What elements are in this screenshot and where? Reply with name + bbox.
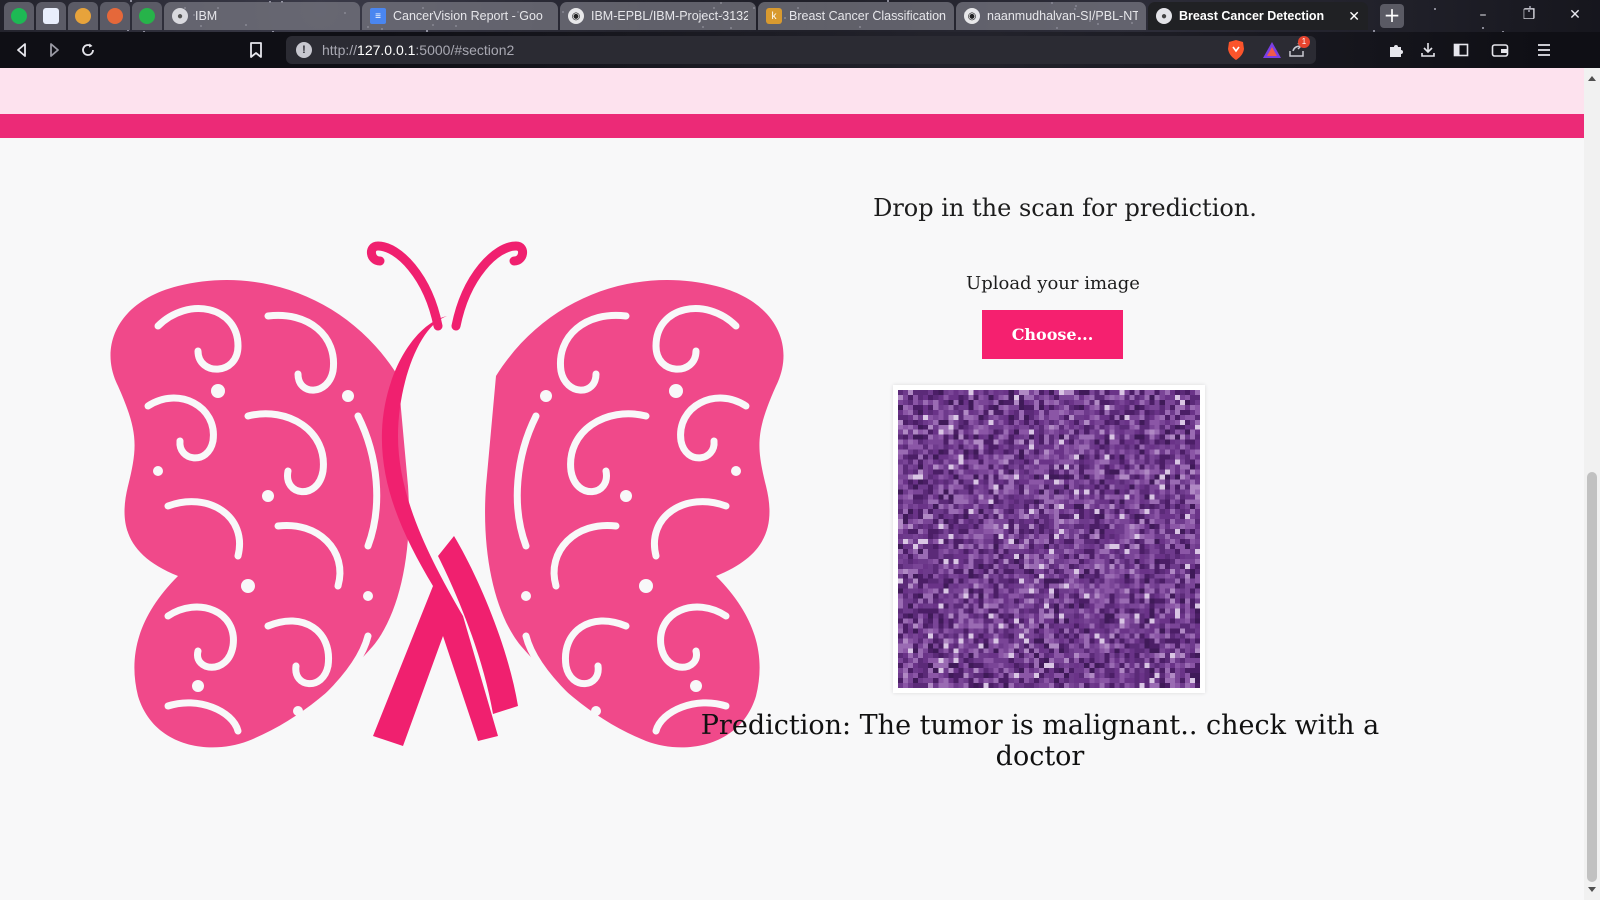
- maximize-button[interactable]: ❐: [1506, 0, 1552, 30]
- reload-button[interactable]: [76, 38, 100, 62]
- page-heading: Drop in the scan for prediction.: [873, 194, 1257, 222]
- tab-label: naanmudhalvan-SI/PBL-NT: [987, 9, 1138, 23]
- pinned-tab-app[interactable]: [68, 2, 98, 30]
- extensions-button[interactable]: [1384, 38, 1408, 62]
- tab-label: CancerVision Report - Goo: [393, 9, 543, 23]
- chevron-app-icon: [107, 8, 123, 24]
- back-button[interactable]: [10, 38, 34, 62]
- tab-breast-cancer-detection[interactable]: ● Breast Cancer Detection ✕: [1148, 2, 1368, 30]
- reload-icon: [82, 43, 94, 56]
- butterfly-ribbon-logo: [98, 241, 796, 760]
- tab-github-project[interactable]: ◉ IBM-EPBL/IBM-Project-3132: [560, 2, 756, 30]
- tab-strip: ● IBM ≡ CancerVision Report - Goo ◉ IBM-…: [0, 0, 1600, 32]
- prediction-result: Prediction: The tumor is malignant.. che…: [700, 710, 1380, 772]
- pinned-tab-play[interactable]: [132, 2, 162, 30]
- accent-bar: [0, 114, 1584, 138]
- docs-icon: ≡: [370, 8, 386, 24]
- wallet-icon: [1491, 44, 1509, 57]
- url-scheme: http://: [322, 42, 358, 58]
- new-tab-button[interactable]: +: [1380, 4, 1404, 28]
- tab-label: IBM-EPBL/IBM-Project-3132: [591, 9, 748, 23]
- hamburger-menu-icon: [1538, 44, 1550, 56]
- globe-icon: ●: [172, 8, 188, 24]
- tab-github-naanmudhalvan[interactable]: ◉ naanmudhalvan-SI/PBL-NT: [956, 2, 1146, 30]
- puzzle-icon: [1390, 45, 1403, 57]
- menu-button[interactable]: [1532, 38, 1556, 62]
- header-strip: [0, 68, 1584, 114]
- tab-label: Breast Cancer Detection: [1179, 9, 1325, 23]
- chevron-app-icon: [75, 8, 91, 24]
- tab-cancervision-report[interactable]: ≡ CancerVision Report - Goo: [362, 2, 558, 30]
- tab-ibm[interactable]: ● IBM: [164, 2, 360, 30]
- bookmark-button[interactable]: [244, 38, 268, 62]
- bookmark-app-icon: [43, 8, 59, 24]
- address-bar[interactable]: ! http://127.0.0.1:5000/#section2: [286, 36, 1316, 64]
- forward-button[interactable]: [42, 38, 66, 62]
- vertical-scrollbar[interactable]: [1584, 68, 1600, 900]
- site-info-icon[interactable]: !: [296, 42, 312, 58]
- kaggle-icon: k: [766, 8, 782, 24]
- close-tab-icon[interactable]: ✕: [1348, 8, 1360, 25]
- pinned-tab-app-2[interactable]: [100, 2, 130, 30]
- forward-arrow-icon: [50, 43, 59, 57]
- background-star: [1434, 8, 1436, 10]
- sidebar-icon: [1453, 43, 1469, 57]
- tab-label: IBM: [195, 9, 218, 23]
- spotify-icon: [11, 8, 27, 24]
- histology-scan-image: [898, 390, 1200, 688]
- pinned-tab-bookmark-app[interactable]: [36, 2, 66, 30]
- sidebar-button[interactable]: [1449, 38, 1473, 62]
- url-host: 127.0.0.1: [357, 42, 416, 58]
- scroll-down-arrow-icon[interactable]: [1588, 887, 1596, 892]
- page-content: Drop in the scan for prediction. Upload …: [0, 68, 1584, 900]
- upload-label: Upload your image: [966, 273, 1140, 294]
- scroll-up-arrow-icon[interactable]: [1588, 76, 1596, 81]
- tab-label: Breast Cancer Classification: [789, 9, 946, 23]
- minimize-button[interactable]: –: [1460, 0, 1506, 30]
- close-window-button[interactable]: ✕: [1552, 0, 1598, 30]
- download-icon: [1421, 43, 1435, 57]
- globe-icon: ●: [1156, 8, 1172, 24]
- github-icon: ◉: [568, 8, 584, 24]
- play-icon: [139, 8, 155, 24]
- bookmark-icon: [250, 42, 262, 58]
- choose-file-button[interactable]: Choose...: [982, 310, 1123, 359]
- tab-kaggle[interactable]: k Breast Cancer Classification: [758, 2, 954, 30]
- pinned-tab-spotify[interactable]: [4, 2, 34, 30]
- github-icon: ◉: [964, 8, 980, 24]
- url-path: :5000/#section2: [415, 42, 515, 58]
- back-arrow-icon: [17, 43, 26, 57]
- background-star: [130, 0, 132, 2]
- scrollbar-thumb[interactable]: [1587, 472, 1597, 882]
- brave-rewards-icon[interactable]: [1262, 39, 1282, 61]
- browser-toolbar: ! http://127.0.0.1:5000/#section2 1: [0, 32, 1600, 68]
- uploaded-image-preview: [893, 385, 1205, 693]
- brave-shields-icon[interactable]: [1226, 39, 1246, 61]
- wallet-button[interactable]: [1488, 38, 1512, 62]
- downloads-button[interactable]: [1416, 38, 1440, 62]
- notification-badge: 1: [1298, 36, 1310, 48]
